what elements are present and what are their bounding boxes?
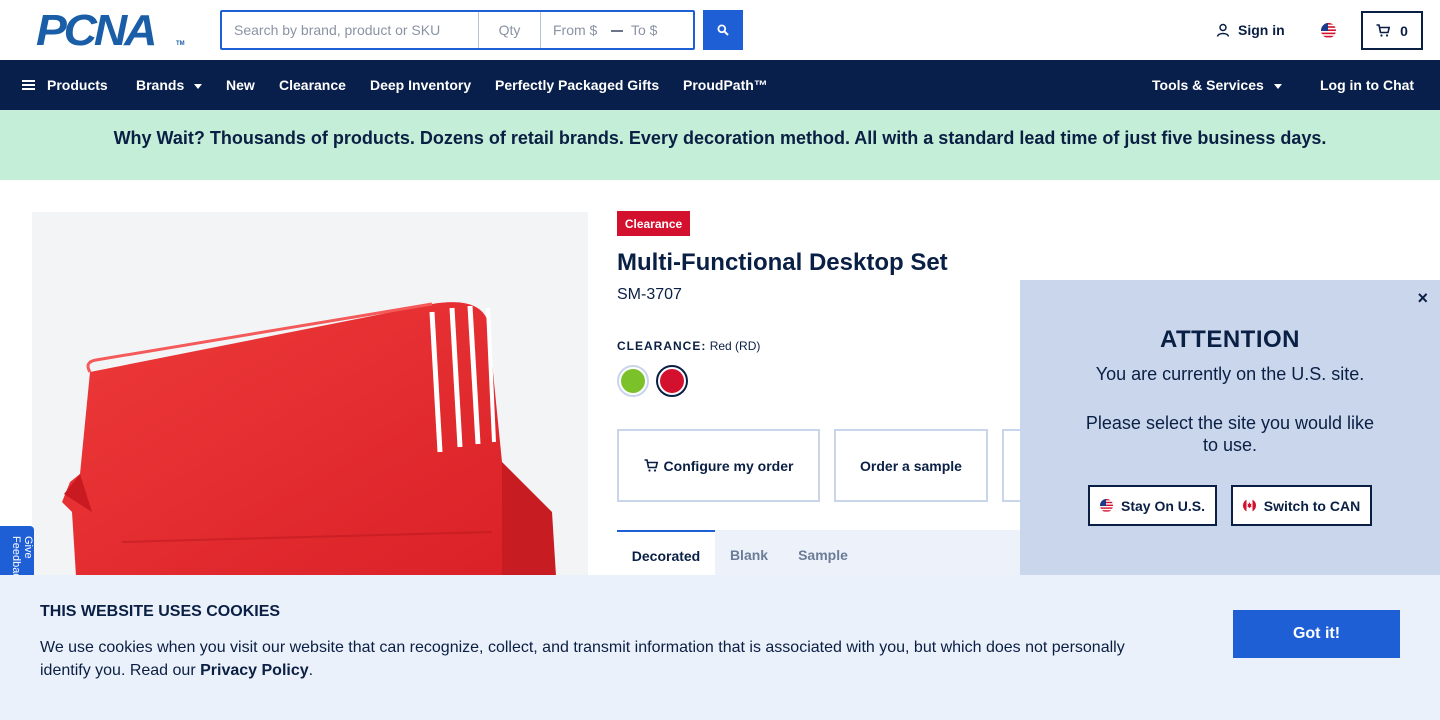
privacy-policy-link[interactable]: Privacy Policy (200, 662, 309, 679)
swatch-lime-dot (621, 369, 645, 393)
main-navigation: Products Brands New Clearance Deep Inven… (0, 60, 1440, 110)
attention-title: ATTENTION (1159, 326, 1301, 353)
user-icon (1216, 23, 1230, 37)
clearance-badge: Clearance (617, 211, 690, 236)
nav-tools-services[interactable]: Tools & Services (1152, 60, 1282, 110)
selected-color-label: CLEARANCE: Red (RD) (617, 339, 760, 353)
switch-to-can-label: Switch to CAN (1263, 497, 1361, 514)
nav-products[interactable]: Products (22, 60, 108, 110)
purchase-type-tabs: Decorated Blank Sample (617, 530, 1037, 580)
configure-order-button[interactable]: Configure my order (617, 429, 820, 502)
attention-current-site: You are currently on the U.S. site. (1095, 364, 1365, 384)
price-from-input[interactable] (541, 12, 605, 48)
cookie-banner: THIS WEBSITE USES COOKIES We use cookies… (0, 575, 1440, 720)
swatch-lime[interactable] (617, 365, 649, 397)
chevron-down-icon (194, 83, 203, 89)
cookie-text: We use cookies when you visit our websit… (40, 636, 1150, 682)
tab-decorated[interactable]: Decorated (617, 530, 715, 580)
product-image[interactable] (32, 212, 588, 592)
close-icon[interactable]: × (1417, 288, 1428, 309)
cart-icon (1376, 24, 1391, 37)
canada-flag-icon (1242, 499, 1256, 512)
nav-brands[interactable]: Brands (136, 60, 203, 110)
color-label-prefix: CLEARANCE: (617, 339, 707, 353)
site-header: PCNA TM Sign in 0 (0, 0, 1440, 60)
search-button[interactable] (703, 10, 743, 50)
search-bar (220, 10, 695, 50)
price-to-input[interactable] (631, 12, 687, 48)
nav-proudpath[interactable]: ProudPath™ (683, 60, 768, 110)
cookie-accept-button[interactable]: Got it! (1233, 610, 1400, 658)
menu-icon (22, 79, 35, 91)
order-sample-button[interactable]: Order a sample (834, 429, 988, 502)
site-selection-modal: × ATTENTION You are currently on the U.S… (1020, 280, 1440, 580)
sign-in-link[interactable]: Sign in (1216, 22, 1285, 38)
color-value: Red (RD) (709, 339, 761, 353)
swatch-red[interactable] (656, 365, 688, 397)
quantity-input[interactable] (479, 12, 541, 48)
cart-button[interactable]: 0 (1361, 11, 1423, 50)
cookie-period: . (308, 662, 314, 679)
logo-trademark: TM (176, 41, 185, 47)
nav-tools-label: Tools & Services (1152, 77, 1264, 93)
nav-gifts[interactable]: Perfectly Packaged Gifts (495, 60, 659, 110)
desktop-set-image (62, 302, 557, 592)
logo-text: PCNA (36, 6, 157, 55)
tab-blank[interactable]: Blank (719, 530, 779, 580)
promo-banner: Why Wait? Thousands of products. Dozens … (0, 110, 1440, 180)
pcna-logo[interactable]: PCNA TM (36, 6, 186, 55)
price-range-dash (611, 30, 623, 32)
stay-on-us-button[interactable]: Stay On U.S. (1088, 485, 1217, 526)
nav-clearance[interactable]: Clearance (279, 60, 346, 110)
tab-sample[interactable]: Sample (787, 530, 859, 580)
promo-banner-text: Why Wait? Thousands of products. Dozens … (113, 128, 1327, 148)
product-title: Multi-Functional Desktop Set (617, 249, 948, 276)
chevron-down-icon (1273, 83, 1282, 89)
search-icon (717, 24, 729, 36)
swatch-red-dot (660, 369, 684, 393)
product-sku: SM-3707 (617, 286, 682, 303)
stay-on-us-label: Stay On U.S. (1120, 497, 1206, 514)
attention-instructions: Please select the site you would like to… (1085, 413, 1375, 455)
nav-products-label: Products (47, 77, 108, 93)
cart-icon (644, 459, 658, 472)
log-in-to-chat[interactable]: Log in to Chat (1320, 60, 1414, 110)
us-flag-icon (1099, 499, 1113, 512)
configure-order-label: Configure my order (663, 457, 794, 474)
cart-count: 0 (1400, 22, 1408, 39)
search-input[interactable] (222, 12, 479, 48)
nav-new[interactable]: New (226, 60, 255, 110)
cookie-title: THIS WEBSITE USES COOKIES (40, 603, 281, 620)
us-flag-icon[interactable] (1321, 23, 1336, 38)
sign-in-label: Sign in (1238, 22, 1285, 38)
nav-brands-label: Brands (136, 77, 185, 93)
order-sample-label: Order a sample (860, 457, 962, 474)
switch-to-can-button[interactable]: Switch to CAN (1231, 485, 1372, 526)
nav-deep-inventory[interactable]: Deep Inventory (370, 60, 471, 110)
